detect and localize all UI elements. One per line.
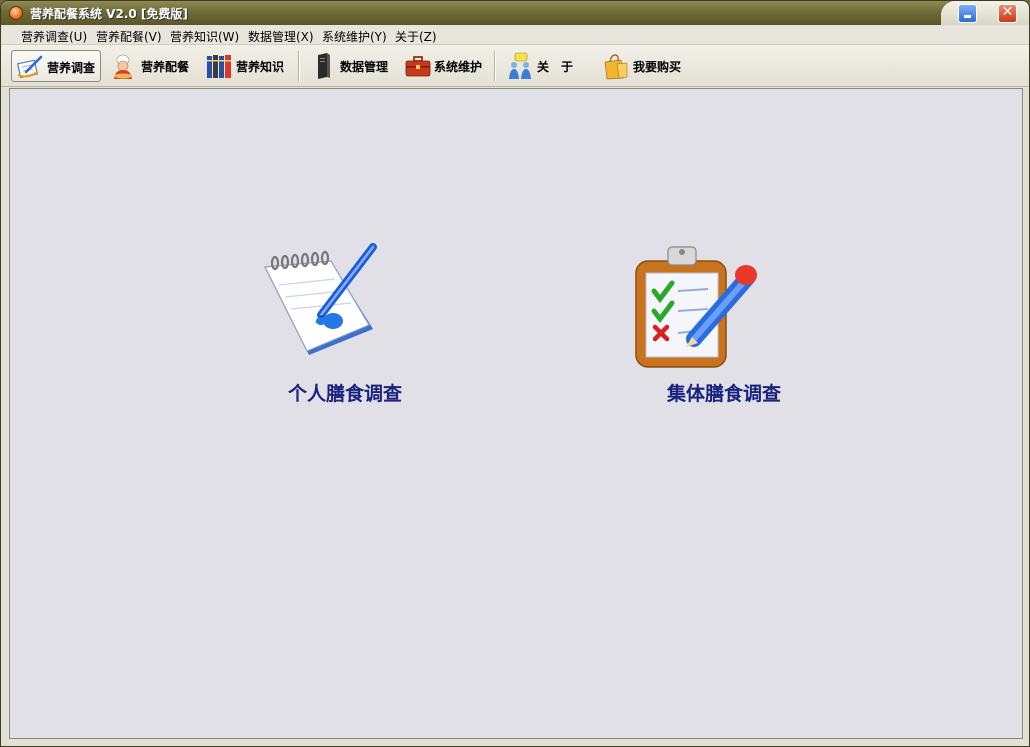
toolbar-meal-planning-label: 营养配餐 xyxy=(141,60,190,74)
title-bar[interactable]: 营养配餐系统 V2.0 [免费版] ✕ xyxy=(1,1,1029,25)
close-icon: ✕ xyxy=(1001,4,1014,20)
toolbox-icon xyxy=(405,56,431,77)
menu-knowledge[interactable]: 营养知识(W) xyxy=(170,28,239,45)
toolbar-about-button[interactable]: 关 于 xyxy=(502,50,590,82)
minimize-button[interactable] xyxy=(958,4,977,23)
group-diet-survey-button[interactable]: 集体膳食调查 xyxy=(634,241,814,411)
toolbar-about-label: 关 于 xyxy=(537,60,574,74)
toolbar-knowledge-label: 营养知识 xyxy=(236,60,285,74)
books-icon xyxy=(207,55,231,78)
menu-about[interactable]: 关于(Z) xyxy=(395,28,437,45)
shopping-bag-icon xyxy=(604,54,628,80)
survey-icon xyxy=(17,55,43,79)
menu-bar: 营养调查(U) 营养配餐(V) 营养知识(W) 数据管理(X) 系统维护(Y) … xyxy=(1,25,1029,45)
menu-data-management[interactable]: 数据管理(X) xyxy=(248,28,314,45)
toolbar-survey-button[interactable]: 营养调查 xyxy=(11,50,101,82)
main-panel: 个人膳食调查 集体膳食调查 xyxy=(9,88,1023,739)
toolbar-purchase-label: 我要购买 xyxy=(633,60,682,74)
group-diet-survey-label: 集体膳食调查 xyxy=(666,383,781,405)
toolbar-system-maintenance-label: 系统维护 xyxy=(434,60,483,74)
toolbar-purchase-button[interactable]: 我要购买 xyxy=(597,50,689,82)
menu-meal-planning[interactable]: 营养配餐(V) xyxy=(96,28,162,45)
individual-diet-survey-label: 个人膳食调查 xyxy=(287,383,402,405)
close-button[interactable]: ✕ xyxy=(998,4,1017,23)
clipboard-check-icon xyxy=(635,246,757,368)
chef-icon xyxy=(114,54,132,79)
toolbar-survey-label: 营养调查 xyxy=(47,61,96,75)
toolbar-meal-planning-button[interactable]: 营养配餐 xyxy=(105,50,197,82)
toolbar: 营养调查 营养配餐 营养知识 数据管理 系统维护 关 于 我要购买 xyxy=(1,45,1029,87)
app-logo-icon xyxy=(9,6,23,20)
menu-system-maintenance[interactable]: 系统维护(Y) xyxy=(322,28,387,45)
toolbar-data-management-label: 数据管理 xyxy=(340,60,389,74)
notepad-pen-icon xyxy=(264,243,377,355)
individual-diet-survey-button[interactable]: 个人膳食调查 xyxy=(255,241,435,411)
window-bottom-border xyxy=(1,741,1029,746)
menu-survey[interactable]: 营养调查(U) xyxy=(21,28,87,45)
toolbar-separator xyxy=(494,51,496,81)
app-window: 营养配餐系统 V2.0 [免费版] ✕ 营养调查(U) 营养配餐(V) 营养知识… xyxy=(0,0,1030,747)
toolbar-system-maintenance-button[interactable]: 系统维护 xyxy=(400,50,492,82)
about-icon xyxy=(509,52,531,79)
window-title: 营养配餐系统 V2.0 [免费版] xyxy=(30,7,188,21)
toolbar-data-management-button[interactable]: 数据管理 xyxy=(305,50,397,82)
toolbar-knowledge-button[interactable]: 营养知识 xyxy=(201,50,293,82)
toolbar-separator xyxy=(298,51,300,81)
server-icon xyxy=(318,53,330,79)
